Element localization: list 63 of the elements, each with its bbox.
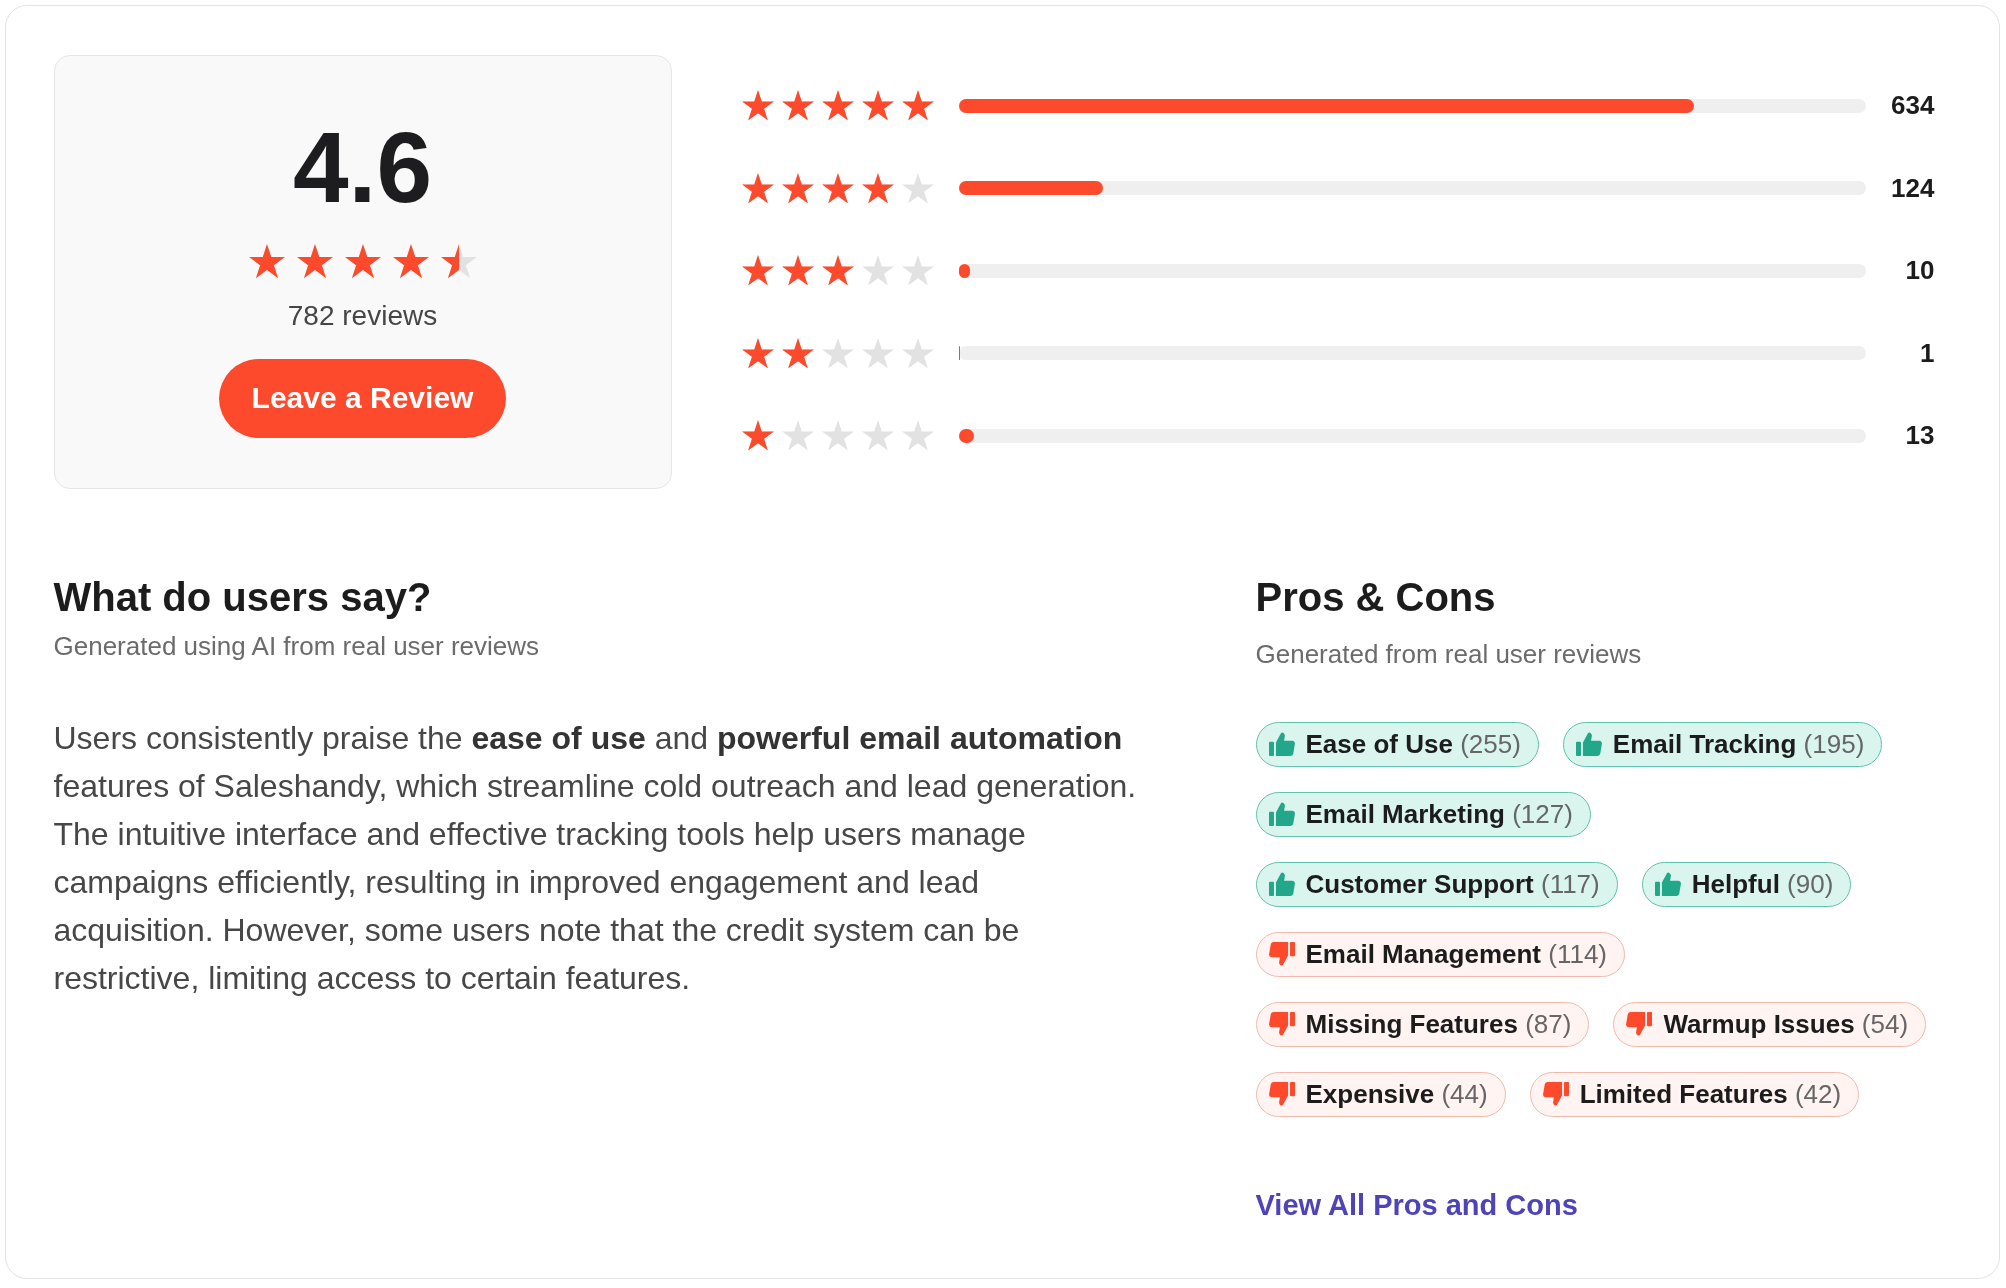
star-icon <box>781 420 814 451</box>
star-icon <box>901 255 934 286</box>
star-icon <box>901 172 934 204</box>
section-heading: Pros & Cons <box>1255 573 1497 621</box>
con-tag[interactable]: Missing Features (87) <box>1255 1001 1590 1047</box>
pro-tag[interactable]: Ease of Use (255) <box>1255 721 1539 767</box>
star-icon <box>781 90 814 121</box>
star-icon <box>821 255 854 286</box>
review-count: 782 reviews <box>287 298 438 333</box>
section-heading: What do users say? <box>53 573 433 621</box>
con-tag[interactable]: Warmup Issues (54) <box>1613 1001 1927 1047</box>
star-icon <box>861 337 894 369</box>
section-subtitle: Generated using AI from real user reviews <box>53 629 541 662</box>
pro-tag[interactable]: Helpful (90) <box>1641 861 1852 907</box>
star-icon <box>821 172 854 204</box>
star-icon <box>781 172 814 204</box>
star-icon <box>741 90 774 121</box>
star-icon <box>248 244 285 279</box>
thumbs-down-icon <box>1542 1082 1569 1106</box>
star-icon <box>901 337 934 369</box>
star-icon <box>821 420 854 451</box>
star-icon <box>741 172 774 204</box>
con-tag[interactable]: Expensive (44) <box>1255 1071 1506 1117</box>
con-tag[interactable]: Limited Features (42) <box>1529 1071 1860 1117</box>
pro-tag[interactable]: Email Tracking (195) <box>1562 721 1883 767</box>
star-icon <box>861 90 894 121</box>
thumbs-down-icon <box>1626 1012 1653 1036</box>
star-icon <box>861 420 894 451</box>
star-icon <box>392 244 429 279</box>
star-icon <box>440 244 477 279</box>
star-icon <box>741 337 774 369</box>
pro-tag[interactable]: Email Marketing (127) <box>1255 791 1591 837</box>
star-icon <box>821 90 854 121</box>
rating-count: 1 <box>1919 337 1935 369</box>
star-icon <box>861 172 894 204</box>
thumbs-up-icon <box>1654 872 1681 896</box>
pro-tag[interactable]: Customer Support (117) <box>1255 861 1618 907</box>
rating-count: 634 <box>1890 90 1935 121</box>
star-icon <box>741 420 774 451</box>
rating-count: 13 <box>1904 420 1935 451</box>
rating-count: 10 <box>1904 255 1935 286</box>
star-icon <box>901 90 934 121</box>
star-icon <box>344 244 381 279</box>
star-icon <box>741 255 774 286</box>
star-icon <box>821 337 854 369</box>
view-all-link[interactable]: View All Pros and Cons <box>1255 1186 1578 1223</box>
thumbs-up-icon <box>1268 872 1295 896</box>
average-score: 4.6 <box>293 116 432 217</box>
star-icon <box>901 420 934 451</box>
thumbs-down-icon <box>1268 942 1295 966</box>
star-icon <box>296 244 333 279</box>
section-subtitle: Generated from real user reviews <box>1255 637 1643 670</box>
thumbs-down-icon <box>1268 1012 1295 1036</box>
thumbs-down-icon <box>1268 1082 1295 1106</box>
star-icon <box>781 255 814 286</box>
thumbs-up-icon <box>1268 802 1295 826</box>
rating-count: 124 <box>1890 172 1935 204</box>
star-icon <box>861 255 894 286</box>
star-icon <box>781 337 814 369</box>
thumbs-up-icon <box>1268 732 1295 756</box>
summary-paragraph: Users consistently praise the ease of use and powerful email automation features of Saleshandy, which streamline cold outreach and lead generation. The intuitive interface and effective tracking tools help users manage campaigns efficiently, resulting in improved engagement and lead acquisition. However, some users note that the credit system can be restrictive, limiting access to certain features. <box>53 718 1138 998</box>
thumbs-up-icon <box>1575 732 1602 756</box>
con-tag[interactable]: Email Management (114) <box>1255 931 1626 977</box>
